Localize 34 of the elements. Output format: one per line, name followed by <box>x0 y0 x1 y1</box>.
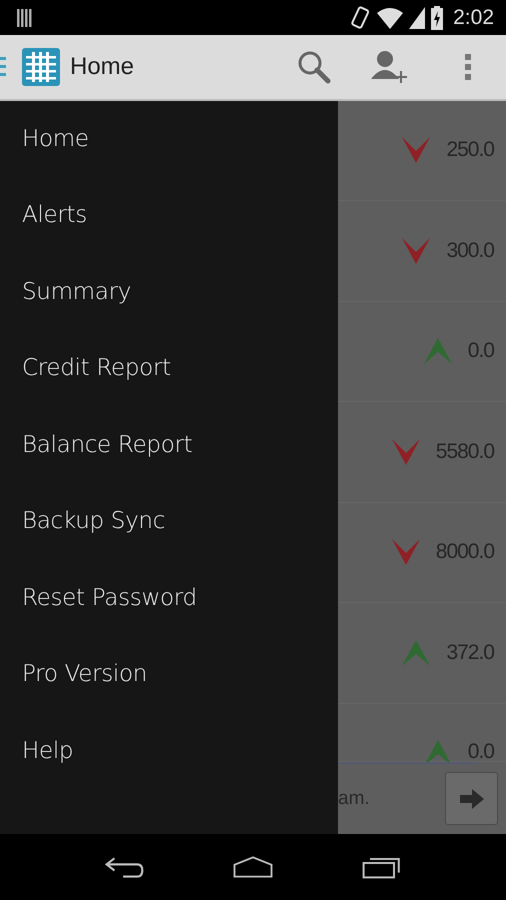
down-arrow-icon <box>402 137 430 164</box>
amount-text: 372.0 <box>446 640 494 665</box>
amount-text: 250.0 <box>446 138 494 162</box>
notification-icon <box>16 8 34 28</box>
drawer-item[interactable]: Balance Report <box>0 406 338 484</box>
grid-logo-icon[interactable] <box>22 48 60 86</box>
wifi-icon <box>377 6 404 29</box>
amount-text: 0.0 <box>468 339 494 364</box>
drawer-item[interactable]: Home <box>0 100 338 178</box>
drawer-item[interactable]: Backup Sync <box>0 483 338 560</box>
right-arrow-icon[interactable] <box>460 788 484 809</box>
amount-text: 8000.0 <box>436 540 494 564</box>
drawer-item[interactable]: Reset Password <box>0 560 338 636</box>
down-arrow-icon <box>392 539 420 566</box>
overflow-menu-icon[interactable] <box>464 52 472 81</box>
down-arrow-icon <box>392 438 420 465</box>
screen-title: Home <box>70 52 134 81</box>
up-arrow-icon <box>424 338 452 364</box>
drawer-item[interactable]: Pro Version <box>0 636 338 713</box>
rotate-phone-icon <box>349 6 372 30</box>
amount-text: 300.0 <box>446 238 494 263</box>
drawer-item[interactable]: Summary <box>0 254 338 330</box>
banner-arrow-button[interactable] <box>445 772 498 826</box>
amount-text: 5580.0 <box>436 440 494 464</box>
battery-icon <box>431 6 444 30</box>
clock: 2:02 <box>453 6 494 30</box>
drawer-item[interactable]: Credit Report <box>0 330 338 407</box>
up-arrow-icon <box>402 640 430 666</box>
drawer-indicator-icon[interactable] <box>0 56 6 78</box>
amount-text: 0.0 <box>468 740 494 764</box>
down-arrow-icon <box>402 238 430 264</box>
drawer-item[interactable]: Help <box>0 712 338 790</box>
drawer-item[interactable]: Alerts <box>0 177 338 254</box>
signal-icon <box>409 6 426 29</box>
